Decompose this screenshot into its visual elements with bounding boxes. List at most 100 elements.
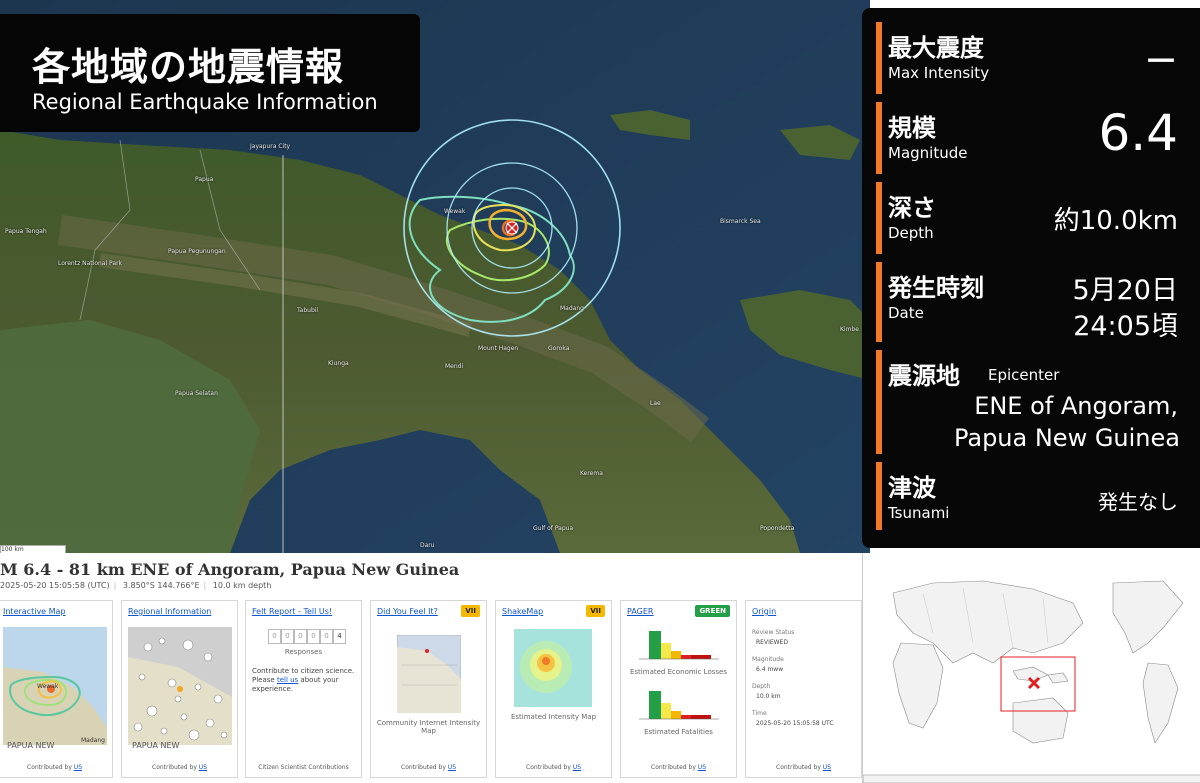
pager-link[interactable]: PAGER [627,607,653,616]
world-map-canvas [863,553,1200,783]
contributed-prefix: Contributed by [401,764,448,771]
tell-us-link[interactable]: tell us [277,676,298,684]
row-date: 発生時刻 Date 5月20日 24:05頃 [876,262,1194,342]
card-regional-info[interactable]: Regional Information PAPUA NEW Contribut… [121,600,238,778]
card-origin[interactable]: Origin Review Status REVIEWED Magnitude … [745,600,862,778]
label-gulf: Gulf of Papua [533,525,574,532]
contributor-link[interactable]: US [573,764,581,771]
pager-caption-losses: Estimated Economic Losses [629,668,727,676]
pager-fatalities-histogram[interactable] [639,689,719,725]
origin-depth-value: 10.0 km [756,693,781,700]
accent-bar [876,102,882,174]
label-papua-pegunungan: Papua Pegunungan [168,248,226,255]
dyfi-map-thumbnail[interactable] [397,635,461,713]
origin-magnitude-value: 6.4 mww [756,666,784,673]
accent-bar [876,182,882,254]
card-interactive-map[interactable]: Interactive Map Wewak Madang PAPUA NEW C… [0,600,113,778]
title-japanese: 各地域の地震情報 [32,45,345,89]
origin-depth-label: Depth [752,683,771,690]
label-jayapura: Jayapura City [250,143,291,150]
event-time: 2025-05-20 15:05:58 (UTC) [0,581,110,590]
label-kiunga: Kiunga [328,360,349,367]
dyfi-caption: Community Internet Intensity Map [376,719,481,735]
world-locator-map[interactable] [862,553,1200,783]
origin-link[interactable]: Origin [752,607,776,616]
date-label-en: Date [888,304,924,322]
contributed-prefix: Contributed by [776,764,823,771]
label-wewak: Wewak [444,208,466,215]
contributor-link[interactable]: US [448,764,456,771]
contributor-link[interactable]: US [74,764,82,771]
epicenter-label-jp: 震源地 [888,362,960,390]
felt-report-link[interactable]: Felt Report - Tell Us! [252,607,332,616]
card-pager[interactable]: PAGER GREEN Estimated Economic Losses Es… [620,600,737,778]
counter-digit: 4 [333,629,346,644]
magnitude-label-jp: 規模 [888,114,936,142]
thumb-label-wewak: Wewak [37,683,59,690]
felt-text-2: Please tell us about your [252,676,339,684]
event-depth: 10.0 km depth [212,581,272,590]
tsunami-label-en: Tsunami [888,504,950,522]
accent-bar [876,350,882,454]
date-value-day: 5月20日 [1072,275,1178,306]
pager-alert-badge: GREEN [695,605,730,617]
date-label-jp: 発生時刻 [888,274,984,302]
regional-contributed: Contributed by US [122,764,237,771]
label-daru: Daru [420,542,435,549]
counter-digit: 0 [307,629,320,644]
counter-digit: 0 [281,629,294,644]
max-intensity-label-jp: 最大震度 [888,34,984,62]
shakemap-link[interactable]: ShakeMap [502,607,543,616]
label-kerema: Kerema [580,470,603,477]
label-lorentz: Lorentz National Park [58,260,123,267]
label-tabubil: Tabubil [297,307,319,314]
thumb-label-country: PAPUA NEW [7,741,55,750]
shakemap-thumbnail[interactable] [514,629,592,707]
contributor-link[interactable]: US [199,764,207,771]
contributor-link[interactable]: US [823,764,831,771]
counter-digit: 0 [268,629,281,644]
counter-digit: 0 [320,629,333,644]
regional-map-thumbnail[interactable] [128,627,232,745]
depth-label-en: Depth [888,224,934,242]
contributed-prefix: Contributed by [152,764,199,771]
contributor-link[interactable]: US [698,764,706,771]
magnitude-value: 6.4 [1098,104,1178,162]
label-mount-hagen: Mount Hagen [478,345,519,352]
shakemap-caption: Estimated Intensity Map [510,713,597,721]
title-english: Regional Earthquake Information [32,90,378,114]
regional-info-link[interactable]: Regional Information [128,607,211,616]
accent-bar [876,462,882,530]
row-magnitude: 規模 Magnitude 6.4 [876,102,1194,174]
epicenter-value-line2: Papua New Guinea [953,424,1180,452]
felt-foot: Citizen Scientist Contributions [258,764,349,771]
origin-status-value: REVIEWED [756,639,788,646]
label-lae: Lae [650,400,661,407]
interactive-map-link[interactable]: Interactive Map [3,607,66,616]
epicenter-label-en: Epicenter [988,366,1060,384]
event-coords: 3.850°S 144.766°E [122,581,200,590]
event-meta: 2025-05-20 15:05:58 (UTC) | 3.850°S 144.7… [0,581,272,590]
card-did-you-feel-it[interactable]: Did You Feel It? VII Community Internet … [370,600,487,778]
label-mendi: Mendi [445,363,464,370]
dyfi-link[interactable]: Did You Feel It? [377,607,438,616]
epicenter-star-icon[interactable] [505,221,519,235]
card-felt-report[interactable]: Felt Report - Tell Us! 0 0 0 0 0 4 Respo… [245,600,362,778]
magnitude-label-en: Magnitude [888,144,968,162]
row-epicenter: 震源地 Epicenter ENE of Angoram, Papua New … [876,350,1194,454]
label-bismarck: Bismarck Sea [720,218,761,225]
row-tsunami: 津波 Tsunami 発生なし [876,462,1194,530]
event-title: M 6.4 - 81 km ENE of Angoram, Papua New … [0,560,460,579]
accent-bar [876,262,882,342]
earthquake-info-panel: 最大震度 Max Intensity － 規模 Magnitude 6.4 深さ… [862,8,1200,548]
label-papua: Papua [195,176,214,183]
label-goroka: Goroka [548,345,570,352]
felt-counter: 0 0 0 0 0 4 [268,629,346,644]
tsunami-label-jp: 津波 [888,474,936,502]
epicenter-value-line1: ENE of Angoram, [974,392,1178,420]
card-shakemap[interactable]: ShakeMap VII Estimated Intensity Map Con… [495,600,612,778]
responses-label: Responses [284,648,323,656]
shakemap-contributed: Contributed by US [496,764,611,771]
origin-contributed: Contributed by US [746,764,861,771]
pager-economic-histogram[interactable] [639,629,719,665]
